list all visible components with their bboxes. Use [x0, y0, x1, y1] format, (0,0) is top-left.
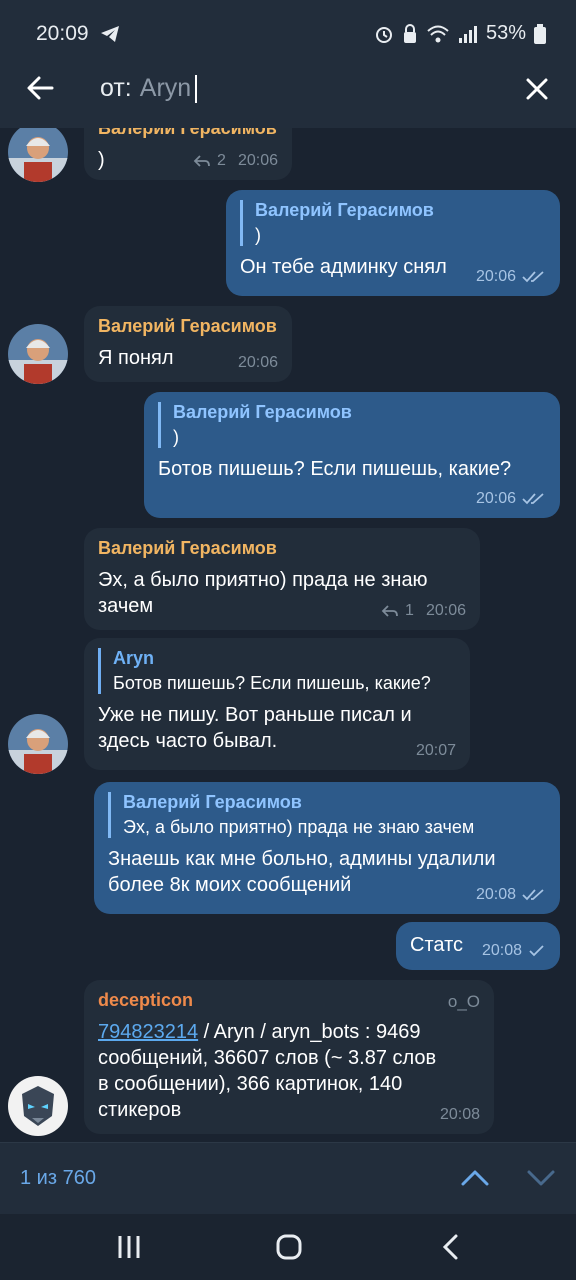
- message-text-line: здесь часто бывал.: [98, 730, 278, 752]
- avatar[interactable]: [8, 714, 68, 774]
- message-time: 20:08: [439, 1106, 480, 1123]
- reply-quote[interactable]: Валерий Герасимов Эх, а было приятно) пр…: [108, 792, 546, 838]
- message-bubble[interactable]: Валерий Герасимов Я понял 20:06: [84, 306, 292, 382]
- reply-quote[interactable]: Валерий Герасимов ): [240, 200, 546, 246]
- reply-sender: Валерий Герасимов: [123, 792, 302, 812]
- message-bubble[interactable]: Валерий Герасимов ) Он тебе админку снял…: [226, 190, 560, 296]
- double-check-icon: [522, 271, 544, 283]
- wifi-icon: [427, 25, 449, 42]
- message-meta: 20:08: [476, 886, 546, 904]
- message-meta: 20:06: [238, 354, 278, 372]
- double-check-icon: [522, 493, 544, 505]
- status-icons: 53%: [374, 22, 546, 45]
- double-check-icon: [522, 889, 544, 901]
- message-meta: 20:06: [476, 268, 546, 286]
- search-app-bar: от: Aryn: [0, 50, 576, 128]
- chevron-up-icon[interactable]: [458, 1161, 492, 1195]
- reply-text: Эх, а было приятно) прада не знаю зачем: [123, 817, 475, 837]
- reply-count: 1: [405, 602, 414, 619]
- system-navigation-bar: [0, 1214, 576, 1280]
- message-time: 20:07: [415, 742, 456, 759]
- sender-name: Валерий Герасимов: [98, 316, 277, 336]
- reply-text: ): [255, 225, 261, 245]
- sender-name: decepticon: [98, 990, 194, 1010]
- message-time: 20:06: [237, 152, 278, 169]
- message-text-line: Уже не пишу. Вот раньше писал и: [98, 704, 412, 726]
- sender-name: Валерий Герасимов: [98, 128, 277, 138]
- user-id-link[interactable]: 794823214: [98, 1021, 198, 1043]
- message-bubble[interactable]: Валерий Герасимов ) 2 20:06: [84, 128, 292, 180]
- search-input[interactable]: от: Aryn: [100, 74, 198, 103]
- reply-quote[interactable]: Aryn Ботов пишешь? Если пишешь, какие?: [98, 648, 456, 694]
- signal-icon: [458, 25, 477, 43]
- search-results-bar: 1 из 760: [0, 1142, 576, 1214]
- reply-sender: Валерий Герасимов: [173, 402, 352, 422]
- message-time: 20:08: [475, 886, 516, 903]
- reply-text: ): [173, 427, 179, 447]
- sender-badge: o_O: [447, 992, 480, 1011]
- message-bubble[interactable]: Aryn Ботов пишешь? Если пишешь, какие? У…: [84, 638, 470, 770]
- message-bubble[interactable]: Валерий Герасимов ) Ботов пишешь? Если п…: [144, 392, 560, 518]
- reply-icon: [193, 155, 210, 167]
- message-bubble[interactable]: decepticon o_O 794823214 / Aryn / aryn_b…: [84, 980, 494, 1134]
- reply-sender: Валерий Герасимов: [255, 200, 434, 220]
- reply-text: Ботов пишешь? Если пишешь, какие?: [113, 673, 431, 693]
- battery-icon: [534, 23, 546, 44]
- message-meta: 20:08: [440, 1106, 480, 1124]
- search-prefix: от:: [100, 74, 132, 102]
- text-caret: [195, 74, 198, 103]
- recent-apps-icon[interactable]: [114, 1232, 144, 1262]
- back-arrow-icon[interactable]: [22, 70, 58, 106]
- message-text-line: Знаешь как мне больно, админы удалили: [108, 848, 496, 870]
- message-time: 20:06: [475, 268, 516, 285]
- message-text-line: в сообщении), 366 картинок, 140: [98, 1073, 403, 1095]
- battery-percent: 53%: [485, 22, 526, 44]
- sender-name: Валерий Герасимов: [98, 538, 277, 558]
- message-meta: 20:06: [476, 490, 546, 508]
- message-text-line: стикеров: [98, 1099, 182, 1121]
- reply-sender: Aryn: [113, 648, 155, 668]
- bot-avatar[interactable]: [8, 1076, 68, 1136]
- status-time: 20:09: [36, 22, 120, 46]
- clock-text: 20:09: [36, 22, 89, 45]
- alarm-icon: [375, 26, 392, 43]
- message-time: 20:06: [475, 490, 516, 507]
- message-bubble[interactable]: Статс 20:08: [396, 922, 560, 970]
- message-text-fragment: / Aryn / aryn_bots : 9469: [198, 1021, 421, 1043]
- message-text-line: 794823214 / Aryn / aryn_bots : 9469: [98, 1019, 480, 1045]
- message-time: 20:08: [481, 942, 522, 959]
- check-icon: [529, 945, 544, 957]
- message-meta: 20:07: [416, 742, 456, 760]
- reply-count: 2: [217, 152, 226, 169]
- reply-quote[interactable]: Валерий Герасимов ): [158, 402, 546, 448]
- message-meta: 1 20:06: [381, 602, 466, 620]
- telegram-icon: [101, 26, 120, 43]
- close-icon[interactable]: [518, 70, 556, 108]
- search-value: Aryn: [139, 74, 192, 102]
- message-text: Ботов пишешь? Если пишешь, какие?: [158, 458, 512, 480]
- message-text-line: Эх, а было приятно) прада не знаю: [98, 569, 428, 591]
- message-meta: 20:08: [482, 942, 546, 960]
- chat-area[interactable]: Валерий Герасимов ) 2 20:06 Валерий Гера…: [0, 128, 576, 1142]
- lock-icon: [403, 23, 416, 43]
- system-back-icon[interactable]: [436, 1232, 466, 1262]
- message-meta: 2 20:06: [193, 152, 278, 170]
- message-text-line: сообщений, 36607 слов (~ 3.87 слов: [98, 1047, 437, 1069]
- result-counter: 1 из 760: [20, 1167, 96, 1189]
- message-bubble[interactable]: Валерий Герасимов Эх, а было приятно) пр…: [84, 528, 480, 630]
- message-time: 20:06: [237, 354, 278, 371]
- message-time: 20:06: [425, 602, 466, 619]
- message-text: Статс: [410, 934, 463, 956]
- home-icon[interactable]: [274, 1232, 304, 1262]
- reply-icon: [381, 605, 398, 617]
- chevron-down-icon[interactable]: [524, 1161, 558, 1195]
- avatar[interactable]: [8, 128, 68, 182]
- avatar[interactable]: [8, 324, 68, 384]
- message-bubble[interactable]: Валерий Герасимов Эх, а было приятно) пр…: [94, 782, 560, 914]
